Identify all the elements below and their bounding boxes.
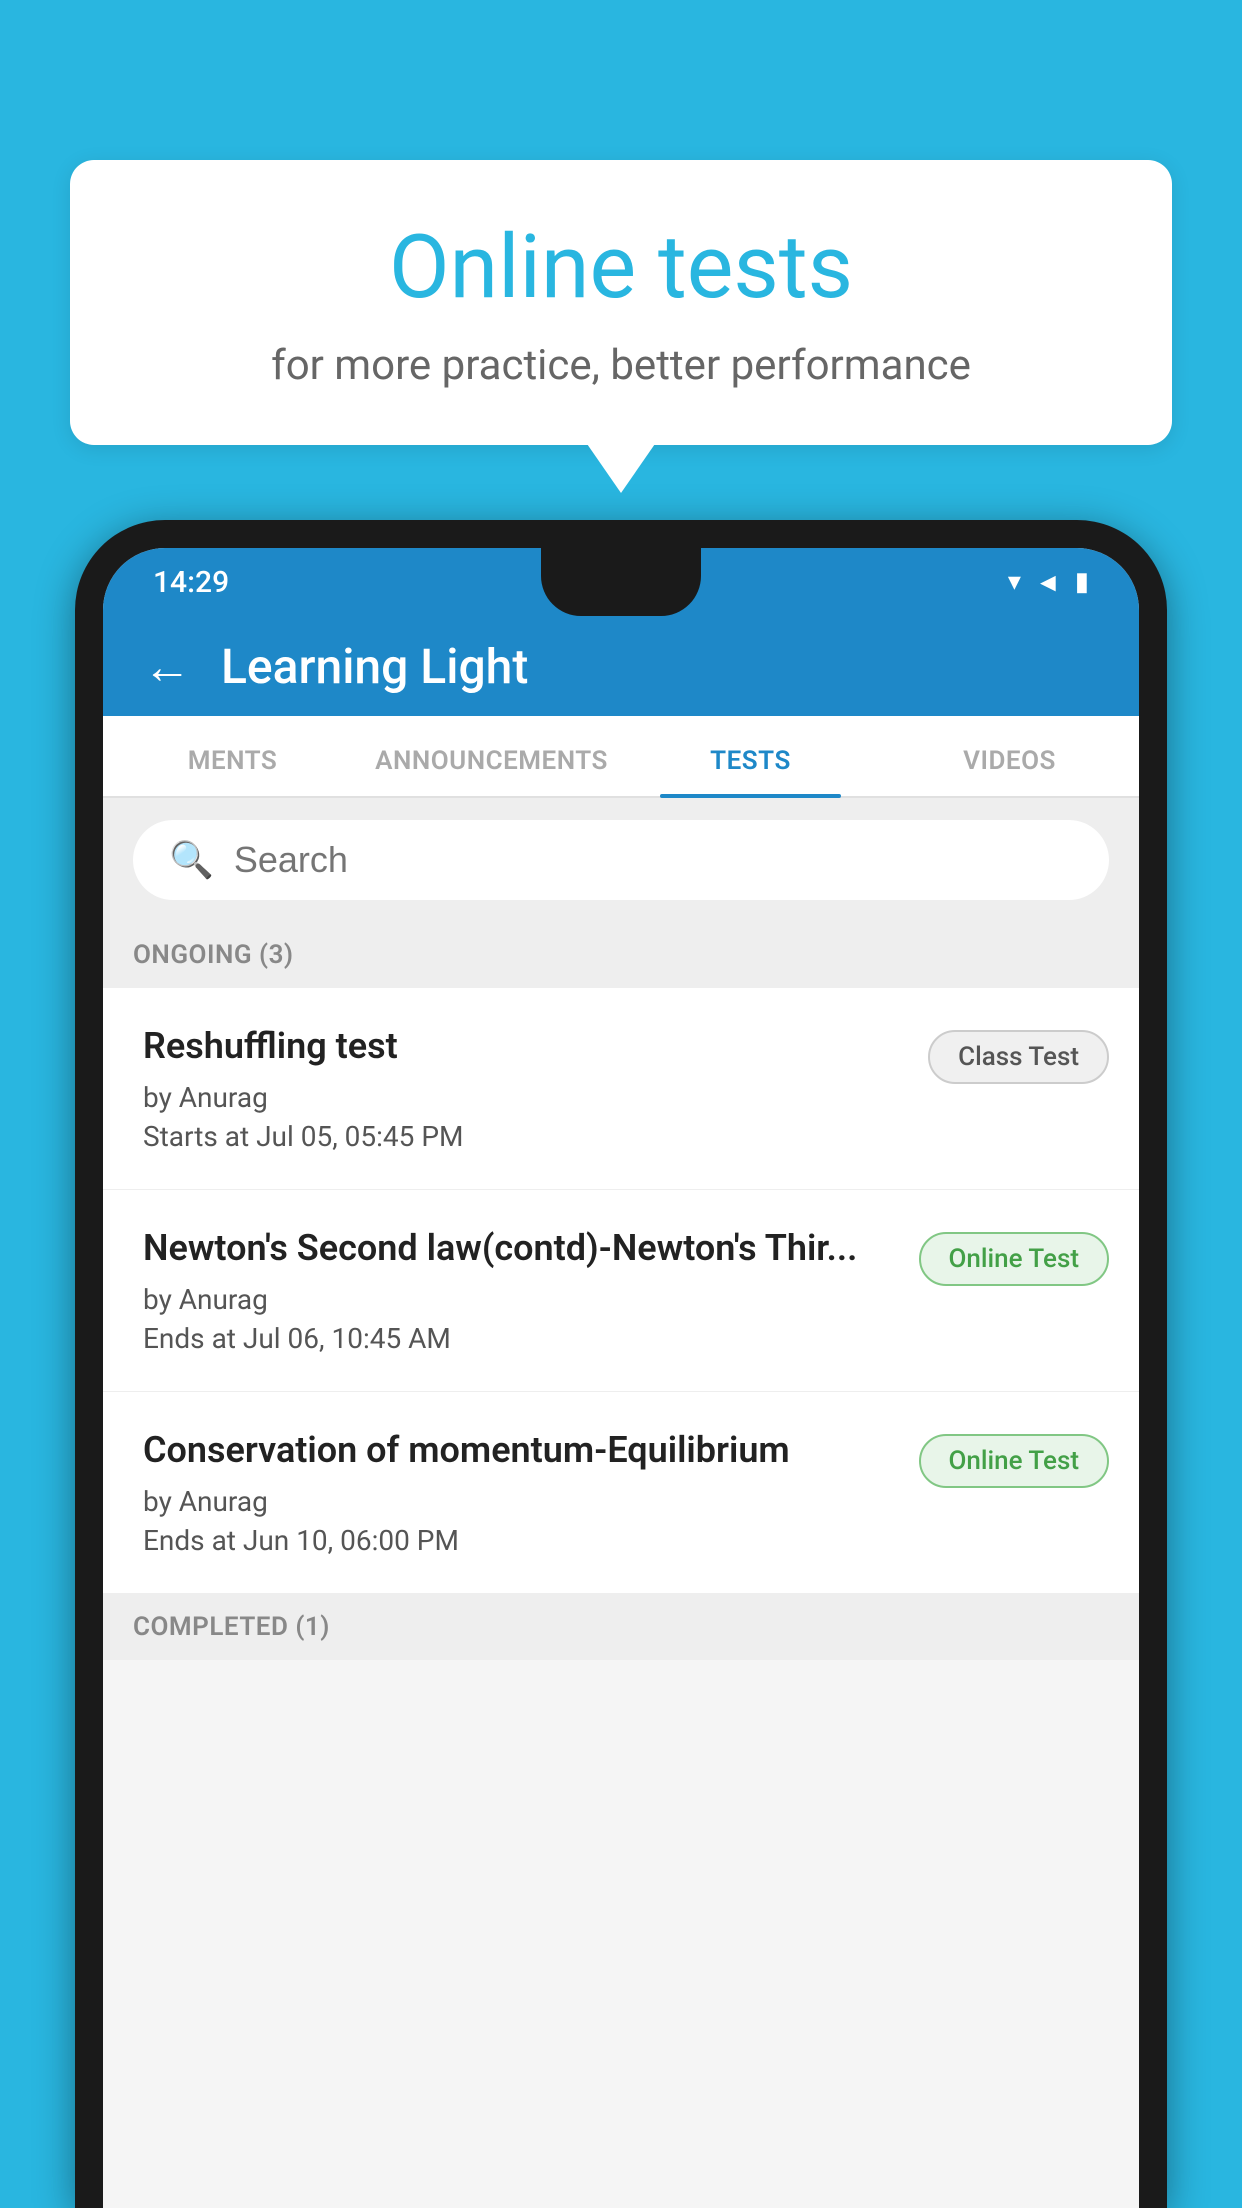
wifi-icon: ▾ xyxy=(1008,567,1021,597)
test-by: by Anurag xyxy=(143,1081,908,1114)
status-time: 14:29 xyxy=(153,565,229,600)
test-by: by Anurag xyxy=(143,1485,899,1518)
test-date: Starts at Jul 05, 05:45 PM xyxy=(143,1120,908,1153)
ongoing-section-label: ONGOING (3) xyxy=(103,922,1139,988)
test-date: Ends at Jun 10, 06:00 PM xyxy=(143,1524,899,1557)
test-name: Newton's Second law(contd)-Newton's Thir… xyxy=(143,1226,899,1271)
app-title: Learning Light xyxy=(221,638,528,695)
back-button[interactable]: ← xyxy=(143,638,191,695)
test-item[interactable]: Reshuffling test by Anurag Starts at Jul… xyxy=(103,988,1139,1190)
test-list: Reshuffling test by Anurag Starts at Jul… xyxy=(103,988,1139,1594)
test-by: by Anurag xyxy=(143,1283,899,1316)
bubble-title: Online tests xyxy=(120,220,1122,317)
test-info: Conservation of momentum-Equilibrium by … xyxy=(143,1428,899,1557)
search-icon: 🔍 xyxy=(169,839,214,881)
status-bar: 14:29 ▾ ◄ ▮ xyxy=(103,548,1139,616)
test-item[interactable]: Conservation of momentum-Equilibrium by … xyxy=(103,1392,1139,1594)
test-date: Ends at Jul 06, 10:45 AM xyxy=(143,1322,899,1355)
test-badge: Online Test xyxy=(919,1434,1110,1488)
tab-tests[interactable]: TESTS xyxy=(621,746,880,796)
search-container: 🔍 xyxy=(103,798,1139,922)
tab-videos[interactable]: VIDEOS xyxy=(880,746,1139,796)
phone-screen: 14:29 ▾ ◄ ▮ ← Learning Light MENTS ANNOU… xyxy=(103,548,1139,2208)
search-input[interactable] xyxy=(234,839,1073,881)
tab-announcements[interactable]: ANNOUNCEMENTS xyxy=(362,746,621,796)
search-bar: 🔍 xyxy=(133,820,1109,900)
status-icons: ▾ ◄ ▮ xyxy=(1008,567,1089,598)
battery-icon: ▮ xyxy=(1075,567,1089,597)
completed-section-label: COMPLETED (1) xyxy=(103,1594,1139,1660)
speech-bubble: Online tests for more practice, better p… xyxy=(70,160,1172,445)
app-header: ← Learning Light xyxy=(103,616,1139,716)
signal-icon: ◄ xyxy=(1035,567,1061,598)
test-info: Newton's Second law(contd)-Newton's Thir… xyxy=(143,1226,899,1355)
test-badge: Class Test xyxy=(928,1030,1109,1084)
test-info: Reshuffling test by Anurag Starts at Jul… xyxy=(143,1024,908,1153)
test-name: Conservation of momentum-Equilibrium xyxy=(143,1428,899,1473)
bubble-subtitle: for more practice, better performance xyxy=(120,341,1122,390)
phone-frame: 14:29 ▾ ◄ ▮ ← Learning Light MENTS ANNOU… xyxy=(75,520,1167,2208)
tab-ments[interactable]: MENTS xyxy=(103,746,362,796)
test-badge: Online Test xyxy=(919,1232,1110,1286)
tab-bar: MENTS ANNOUNCEMENTS TESTS VIDEOS xyxy=(103,716,1139,798)
test-name: Reshuffling test xyxy=(143,1024,908,1069)
test-item[interactable]: Newton's Second law(contd)-Newton's Thir… xyxy=(103,1190,1139,1392)
